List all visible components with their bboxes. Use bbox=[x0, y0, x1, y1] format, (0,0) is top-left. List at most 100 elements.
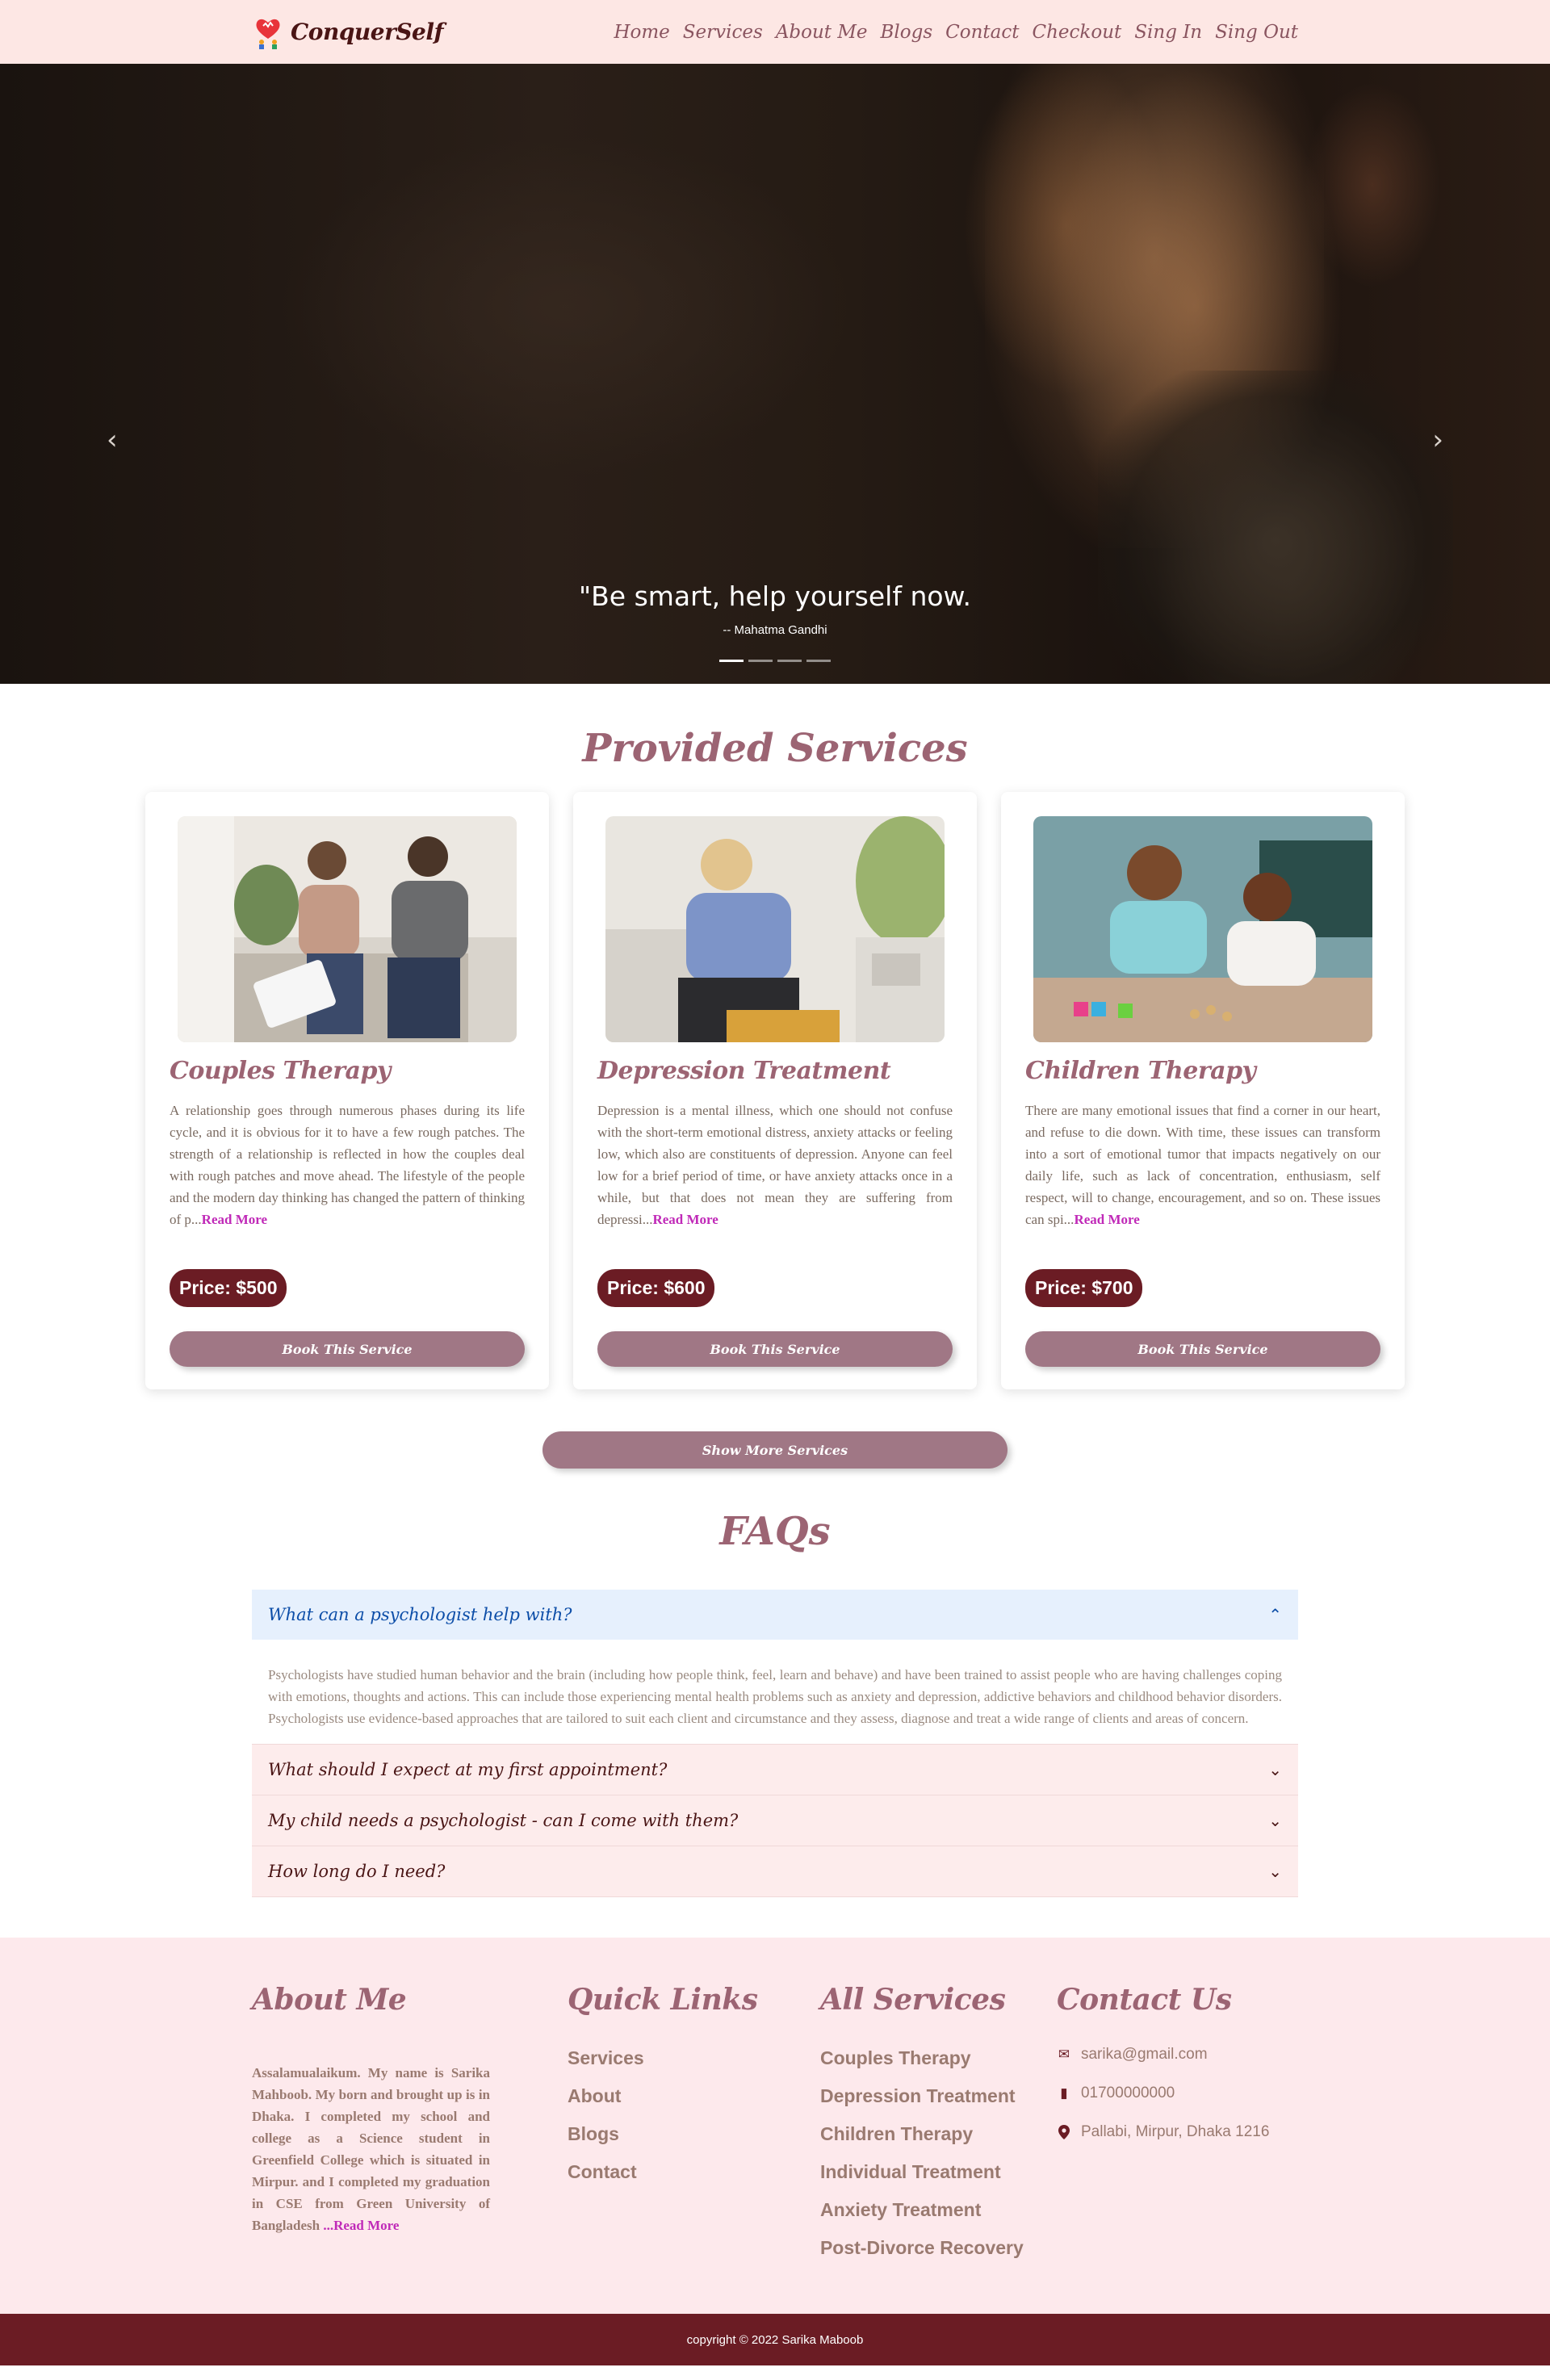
service-link[interactable]: Children Therapy bbox=[820, 2123, 1057, 2145]
service-description-text: Depression is a mental illness, which on… bbox=[597, 1103, 953, 1227]
nav-services[interactable]: Services bbox=[683, 22, 763, 43]
nav-sign-out[interactable]: Sing Out bbox=[1215, 22, 1298, 43]
nav-contact[interactable]: Contact bbox=[945, 22, 1019, 43]
nav-about-me[interactable]: About Me bbox=[776, 22, 868, 43]
phone-icon: ▮ bbox=[1060, 2085, 1068, 2101]
hero-quote: "Be smart, help yourself now. bbox=[578, 580, 971, 612]
contact-email-text[interactable]: sarika@gmail.com bbox=[1081, 2046, 1208, 2064]
show-more-services-button[interactable]: Show More Services bbox=[542, 1431, 1008, 1469]
carousel-prev-icon[interactable]: ‹ bbox=[107, 424, 118, 456]
hero-author: -- Mahatma Gandhi bbox=[723, 623, 827, 637]
faq-question-button[interactable]: My child needs a psychologist - can I co… bbox=[252, 1795, 1298, 1846]
logo-heart-icon bbox=[252, 15, 284, 50]
nav-sign-in[interactable]: Sing In bbox=[1134, 22, 1202, 43]
all-services-list: Couples Therapy Depression Treatment Chi… bbox=[820, 2047, 1057, 2259]
nav-blogs[interactable]: Blogs bbox=[881, 22, 933, 43]
service-title: Couples Therapy bbox=[170, 1057, 391, 1085]
footer-about-title: About Me bbox=[252, 1983, 407, 2017]
chevron-down-icon: ⌄ bbox=[1268, 1760, 1282, 1779]
service-link[interactable]: Anxiety Treatment bbox=[820, 2199, 1057, 2221]
location-pin-icon bbox=[1057, 2125, 1071, 2139]
faq-answer: Psychologists have studied human behavio… bbox=[252, 1640, 1298, 1744]
faq-section: FAQs What can a psychologist help with? … bbox=[0, 1469, 1550, 1938]
nav-home[interactable]: Home bbox=[614, 22, 669, 43]
service-card-couples: Couples Therapy A relationship goes thro… bbox=[145, 792, 549, 1389]
service-link[interactable]: Individual Treatment bbox=[820, 2161, 1057, 2183]
footer-read-more-link[interactable]: ...Read More bbox=[323, 2218, 399, 2233]
quick-link-services[interactable]: Services bbox=[568, 2047, 820, 2069]
service-description: Depression is a mental illness, which on… bbox=[597, 1100, 953, 1253]
service-image-couples bbox=[178, 816, 517, 1042]
copyright-bar: copyright © 2022 Sarika Maboob bbox=[0, 2314, 1550, 2365]
footer-about: About Me Assalamualaikum. My name is Sar… bbox=[252, 1983, 490, 2275]
service-description-text: There are many emotional issues that fin… bbox=[1025, 1103, 1380, 1227]
footer-quick-links: Quick Links Services About Blogs Contact bbox=[568, 1983, 820, 2275]
copyright-text: copyright © 2022 Sarika Maboob bbox=[686, 2332, 864, 2347]
service-link[interactable]: Post-Divorce Recovery bbox=[820, 2237, 1057, 2259]
faq-question-button[interactable]: What can a psychologist help with? ⌃ bbox=[252, 1590, 1298, 1640]
read-more-link[interactable]: Read More bbox=[1074, 1212, 1139, 1227]
contact-phone-text[interactable]: 01700000000 bbox=[1081, 2085, 1175, 2102]
carousel-indicator-4[interactable] bbox=[806, 660, 831, 662]
envelope-icon: ✉ bbox=[1058, 2047, 1070, 2062]
price-badge: Price: $700 bbox=[1025, 1269, 1143, 1307]
brand-name: ConquerSelf bbox=[291, 19, 444, 45]
quick-link-contact[interactable]: Contact bbox=[568, 2161, 820, 2183]
book-service-button[interactable]: Book This Service bbox=[1025, 1331, 1380, 1367]
service-description: There are many emotional issues that fin… bbox=[1025, 1100, 1380, 1253]
service-card-children: Children Therapy There are many emotiona… bbox=[1001, 792, 1405, 1389]
brand[interactable]: ConquerSelf bbox=[252, 15, 444, 50]
service-title: Children Therapy bbox=[1025, 1057, 1256, 1085]
carousel-indicator-3[interactable] bbox=[777, 660, 802, 662]
service-link[interactable]: Couples Therapy bbox=[820, 2047, 1057, 2069]
chevron-up-icon: ⌃ bbox=[1268, 1605, 1282, 1624]
faq-question-button[interactable]: How long do I need? ⌄ bbox=[252, 1846, 1298, 1896]
book-service-button[interactable]: Book This Service bbox=[170, 1331, 525, 1367]
footer-contact: Contact Us ✉ sarika@gmail.com ▮ 01700000… bbox=[1057, 1983, 1298, 2275]
service-image-depression bbox=[605, 816, 945, 1042]
book-service-button[interactable]: Book This Service bbox=[597, 1331, 953, 1367]
quick-link-blogs[interactable]: Blogs bbox=[568, 2123, 820, 2145]
service-description: A relationship goes through numerous pha… bbox=[170, 1100, 525, 1253]
services-section: Provided Services Couples Therapy A rela… bbox=[0, 684, 1550, 1469]
faq-accordion: What can a psychologist help with? ⌃ Psy… bbox=[252, 1590, 1298, 1897]
read-more-link[interactable]: Read More bbox=[652, 1212, 718, 1227]
price-badge: Price: $600 bbox=[597, 1269, 715, 1307]
faq-question-button[interactable]: What should I expect at my first appoint… bbox=[252, 1745, 1298, 1795]
navbar: ConquerSelf Home Services About Me Blogs… bbox=[0, 0, 1550, 64]
hero-carousel: ‹ › "Be smart, help yourself now. -- Mah… bbox=[0, 64, 1550, 684]
footer-about-body: Assalamualaikum. My name is Sarika Mahbo… bbox=[252, 2065, 491, 2233]
faq-question: How long do I need? bbox=[268, 1862, 446, 1881]
carousel-next-icon[interactable]: › bbox=[1432, 424, 1443, 456]
footer: About Me Assalamualaikum. My name is Sar… bbox=[0, 1938, 1550, 2314]
quick-links-list: Services About Blogs Contact bbox=[568, 2047, 820, 2183]
footer-all-services-title: All Services bbox=[819, 1983, 1006, 2017]
footer-about-text: Assalamualaikum. My name is Sarika Mahbo… bbox=[252, 2062, 490, 2236]
hero-caption: "Be smart, help yourself now. -- Mahatma… bbox=[0, 580, 1550, 637]
nav-checkout[interactable]: Checkout bbox=[1033, 22, 1122, 43]
contact-address-text: Pallabi, Mirpur, Dhaka 1216 bbox=[1080, 2123, 1270, 2140]
footer-contact-title: Contact Us bbox=[1056, 1983, 1232, 2017]
price-badge: Price: $500 bbox=[170, 1269, 287, 1307]
contact-address: Pallabi, Mirpur, Dhaka 1216 bbox=[1057, 2123, 1298, 2141]
services-title: Provided Services bbox=[582, 726, 968, 771]
service-description-text: A relationship goes through numerous pha… bbox=[170, 1103, 525, 1227]
quick-link-about[interactable]: About bbox=[568, 2085, 820, 2107]
carousel-indicator-2[interactable] bbox=[748, 660, 773, 662]
contact-phone: ▮ 01700000000 bbox=[1057, 2085, 1298, 2102]
faq-question: My child needs a psychologist - can I co… bbox=[268, 1811, 739, 1830]
footer-all-services: All Services Couples Therapy Depression … bbox=[820, 1983, 1057, 2275]
faq-question: What should I expect at my first appoint… bbox=[268, 1760, 668, 1779]
contact-email: ✉ sarika@gmail.com bbox=[1057, 2046, 1298, 2064]
faq-item: What can a psychologist help with? ⌃ Psy… bbox=[252, 1590, 1298, 1745]
service-link[interactable]: Depression Treatment bbox=[820, 2085, 1057, 2107]
read-more-link[interactable]: Read More bbox=[202, 1212, 267, 1227]
service-card-depression: Depression Treatment Depression is a men… bbox=[573, 792, 977, 1389]
faq-question: What can a psychologist help with? bbox=[268, 1605, 572, 1624]
chevron-down-icon: ⌄ bbox=[1268, 1811, 1282, 1830]
carousel-indicator-1[interactable] bbox=[719, 660, 744, 662]
service-image-children bbox=[1033, 816, 1372, 1042]
contact-list: ✉ sarika@gmail.com ▮ 01700000000 Pallabi… bbox=[1057, 2046, 1298, 2141]
nav-links: Home Services About Me Blogs Contact Che… bbox=[614, 22, 1298, 43]
footer-quick-links-title: Quick Links bbox=[568, 1983, 758, 2017]
